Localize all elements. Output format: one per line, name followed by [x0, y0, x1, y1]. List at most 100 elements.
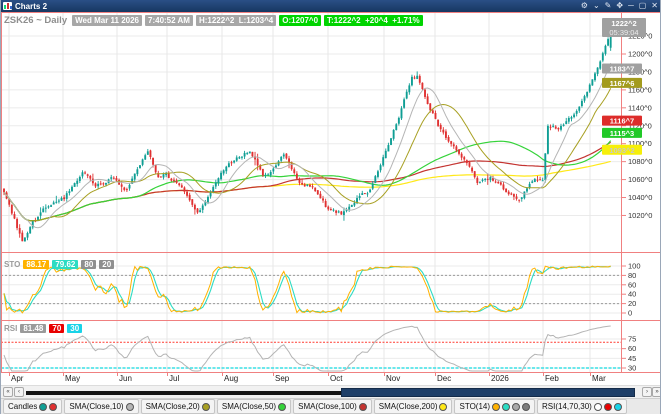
sto-tick-label: 40 — [628, 290, 636, 299]
quote-badge: 7:40:52 AM — [145, 15, 193, 26]
move-icon[interactable]: ✥ — [616, 2, 623, 10]
rsi-tick-label: 45 — [628, 354, 636, 363]
price-tick-label: 1040^0 — [628, 193, 652, 202]
close-icon[interactable]: ✕ — [651, 2, 658, 10]
svg-text:1222^2: 1222^2 — [611, 19, 636, 28]
svg-text:1093^2: 1093^2 — [609, 146, 634, 155]
app-icon — [3, 2, 12, 10]
quote-badge: T:1222^2 +20^4 +1.71% — [324, 15, 423, 26]
scroll-far-right-button[interactable]: » — [652, 387, 660, 397]
x-axis-label: Aug — [224, 374, 239, 383]
legend-color-dot — [492, 402, 501, 411]
indicator-header-badge: 79.62 — [52, 260, 79, 269]
x-axis-tick — [117, 373, 118, 376]
indicator-legend: Candles SMA(Close,10) SMA(Close,20) SMA(Clo… — [1, 398, 660, 414]
legend-color-dot — [201, 402, 210, 411]
x-axis-label: Sep — [275, 374, 290, 383]
legend-color-dot — [613, 402, 622, 411]
price-tick-label: 1140^0 — [628, 103, 652, 112]
x-axis-label: Dec — [437, 374, 452, 383]
x-axis: Apr May Jun Jul Aug Sep Oct Nov Dec 2026 Feb Mar — [1, 373, 660, 385]
scroll-left-button[interactable]: ‹ — [14, 387, 24, 397]
sto-tick-label: 60 — [628, 280, 636, 289]
sto-tick-label: 20 — [628, 299, 636, 308]
price-tick-label: 1200^0 — [628, 50, 652, 59]
legend-color-dot — [278, 402, 287, 411]
legend-item-sma-close-100-[interactable]: SMA(Close,100) — [293, 399, 372, 414]
legend-item-sma-close-50-[interactable]: SMA(Close,50) — [216, 399, 292, 414]
legend-label: SMA(Close,50) — [221, 402, 277, 411]
rsi-tick-label: 60 — [628, 344, 636, 353]
legend-label: SMA(Close,100) — [298, 402, 357, 411]
legend-color-dot — [439, 402, 448, 411]
x-axis-label: Feb — [545, 374, 559, 383]
indicator-header-badge: 20 — [99, 260, 115, 269]
legend-color-dot — [358, 402, 367, 411]
x-axis-tick — [435, 373, 436, 376]
legend-item-sto-14-[interactable]: STO(14) — [454, 399, 536, 414]
scroll-far-left-button[interactable]: « — [3, 387, 13, 397]
maximize-icon[interactable]: ▢ — [639, 2, 647, 10]
legend-item-sma-close-200-[interactable]: SMA(Close,200) — [373, 399, 453, 414]
indicator-header-badge: 88.17 — [23, 260, 50, 269]
quote-badge: H:1222^2 L:1203^4 — [195, 15, 277, 26]
legend-item-rsi-14-70-30-[interactable]: RSI(14,70,30) — [537, 399, 627, 414]
svg-text:1116^7: 1116^7 — [610, 117, 634, 126]
chart-window: Charts 2 ⚙ ⌄ ✎ ✥ ─ ▢ ✕ 1020^0 1040^0 1060^0 1080^… — [0, 0, 661, 414]
scrollbar-thumb[interactable] — [341, 388, 635, 397]
legend-item-sma-close-20-[interactable]: SMA(Close,20) — [140, 399, 215, 414]
x-axis-tick — [328, 373, 329, 376]
rsi-label: RSI — [4, 324, 18, 333]
legend-item-candles[interactable]: Candles — [3, 399, 63, 414]
indicator-header-badge: 30 — [67, 324, 83, 333]
svg-text:1167^6: 1167^6 — [610, 79, 635, 88]
scroll-right-button[interactable]: › — [642, 387, 652, 397]
rsi-header: RSI 81.48 70 30 — [4, 324, 83, 333]
sto-panel — [1, 265, 621, 314]
candles[interactable] — [3, 34, 612, 242]
pencil-icon[interactable]: ✎ — [605, 2, 612, 10]
chevron-down-icon[interactable]: ⌄ — [593, 2, 600, 10]
legend-item-sma-close-10-[interactable]: SMA(Close,10) — [64, 399, 139, 414]
symbol-label: ZSK26 ~ Daily — [4, 15, 68, 26]
sto-label: STO — [4, 260, 21, 269]
legend-label: SMA(Close,10) — [69, 402, 124, 411]
legend-color-dot — [522, 402, 531, 411]
legend-label: RSI(14,70,30) — [542, 402, 592, 411]
symbol-toolbar: ZSK26 ~ Daily Wed Mar 11 2026 7:40:52 AM H… — [4, 14, 423, 27]
svg-text:1115^3: 1115^3 — [610, 129, 634, 138]
svg-text:1183^7: 1183^7 — [610, 64, 635, 73]
chart-scrollbar[interactable]: «‹ ›» — [1, 385, 660, 398]
window-title: Charts 2 — [15, 1, 48, 11]
scrollbar-track[interactable] — [26, 391, 341, 395]
legend-color-dot — [39, 402, 48, 411]
price-tick-label: 1060^0 — [628, 175, 652, 184]
legend-label: Candles — [8, 402, 38, 411]
price-tick-label: 1080^0 — [628, 157, 652, 166]
x-axis-label: Apr — [11, 374, 24, 383]
x-axis-tick — [543, 373, 544, 376]
chart-canvas[interactable]: 1020^01040^01060^01080^01100^01120^01140… — [1, 12, 661, 373]
rsi-tick-label: 30 — [628, 364, 636, 373]
legend-color-dot — [593, 402, 602, 411]
legend-label: STO(14) — [459, 402, 491, 411]
titlebar[interactable]: Charts 2 ⚙ ⌄ ✎ ✥ ─ ▢ ✕ — [1, 0, 660, 12]
sma-lines-slow — [3, 140, 612, 222]
legend-color-dot — [502, 402, 511, 411]
quote-badge: O:1207^0 — [279, 15, 322, 26]
legend-label: SMA(Close,200) — [378, 402, 438, 411]
x-axis-tick — [590, 373, 591, 376]
gear-icon[interactable]: ⚙ — [581, 2, 588, 10]
x-axis-tick — [167, 373, 168, 376]
sto-tick-label: 0 — [628, 309, 632, 318]
x-axis-label: Nov — [386, 374, 401, 383]
x-axis-label: 2026 — [491, 374, 509, 383]
indicator-header-badge: 70 — [49, 324, 65, 333]
minimize-icon[interactable]: ─ — [628, 2, 634, 10]
x-axis-label: May — [65, 374, 81, 383]
legend-color-dot — [512, 402, 521, 411]
x-axis-tick — [9, 373, 10, 376]
x-axis-tick — [273, 373, 274, 376]
sto-tick-label: 80 — [628, 271, 636, 280]
x-axis-label: Jul — [169, 374, 180, 383]
